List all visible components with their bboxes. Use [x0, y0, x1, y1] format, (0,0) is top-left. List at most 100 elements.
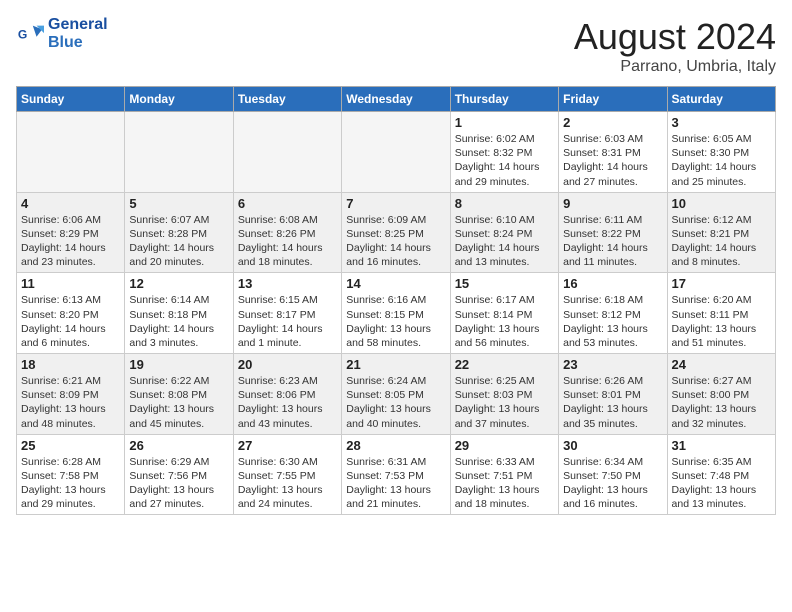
- col-monday: Monday: [125, 87, 233, 112]
- col-tuesday: Tuesday: [233, 87, 341, 112]
- table-row: [125, 112, 233, 193]
- day-info: Sunrise: 6:23 AM Sunset: 8:06 PM Dayligh…: [238, 374, 337, 431]
- day-number: 2: [563, 115, 662, 130]
- day-number: 31: [672, 438, 771, 453]
- table-row: 7Sunrise: 6:09 AM Sunset: 8:25 PM Daylig…: [342, 192, 450, 273]
- table-row: 6 Sunrise: 6:08 AM Sunset: 8:26 PM Daylig…: [233, 192, 341, 273]
- table-row: 24 Sunrise: 6:27 AM Sunset: 8:00 PM Dayli…: [667, 354, 775, 435]
- day-info: Sunrise: 6:15 AM Sunset: 8:17 PM Dayligh…: [238, 293, 337, 350]
- day-number: 15: [455, 276, 554, 291]
- day-info: Sunrise: 6:18 AM Sunset: 8:12 PM Dayligh…: [563, 293, 662, 350]
- table-row: 2 Sunrise: 6:03 AM Sunset: 8:31 PM Daylig…: [559, 112, 667, 193]
- table-row: 26Sunrise: 6:29 AM Sunset: 7:56 PM Dayli…: [125, 434, 233, 515]
- location-subtitle: Parrano, Umbria, Italy: [574, 58, 776, 76]
- calendar-week-row: 11 Sunrise: 6:13 AM Sunset: 8:20 PM Dayli…: [17, 273, 776, 354]
- day-info: Sunrise: 6:07 AM Sunset: 8:28 PM Dayligh…: [129, 213, 228, 270]
- day-info: Sunrise: 6:06 AM Sunset: 8:29 PM Dayligh…: [21, 213, 120, 270]
- col-thursday: Thursday: [450, 87, 558, 112]
- day-info: Sunrise: 6:28 AM Sunset: 7:58 PM Dayligh…: [21, 455, 120, 512]
- svg-text:G: G: [18, 28, 27, 42]
- day-info: Sunrise: 6:26 AM Sunset: 8:01 PM Dayligh…: [563, 374, 662, 431]
- logo-icon: G: [16, 20, 44, 48]
- day-number: 30: [563, 438, 662, 453]
- table-row: 8 Sunrise: 6:10 AM Sunset: 8:24 PM Daylig…: [450, 192, 558, 273]
- page-header: G General Blue August 2024 Parrano, Umbr…: [16, 16, 776, 76]
- day-number: 16: [563, 276, 662, 291]
- day-info: Sunrise: 6:08 AM Sunset: 8:26 PM Dayligh…: [238, 213, 337, 270]
- calendar-table: Sunday Monday Tuesday Wednesday Thursday…: [16, 86, 776, 515]
- table-row: 14 Sunrise: 6:16 AM Sunset: 8:15 PM Dayli…: [342, 273, 450, 354]
- day-info: Sunrise: 6:29 AM Sunset: 7:56 PM Dayligh…: [129, 455, 228, 512]
- col-wednesday: Wednesday: [342, 87, 450, 112]
- day-number: 11: [21, 276, 120, 291]
- calendar-week-row: 25 Sunrise: 6:28 AM Sunset: 7:58 PM Dayli…: [17, 434, 776, 515]
- day-number: 23: [563, 357, 662, 372]
- table-row: 28Sunrise: 6:31 AM Sunset: 7:53 PM Dayli…: [342, 434, 450, 515]
- day-info: Sunrise: 6:13 AM Sunset: 8:20 PM Dayligh…: [21, 293, 120, 350]
- day-number: 8: [455, 196, 554, 211]
- calendar-header-row: Sunday Monday Tuesday Wednesday Thursday…: [17, 87, 776, 112]
- day-number: 22: [455, 357, 554, 372]
- day-info: Sunrise: 6:05 AM Sunset: 8:30 PM Dayligh…: [672, 132, 771, 189]
- day-info: Sunrise: 6:20 AM Sunset: 8:11 PM Dayligh…: [672, 293, 771, 350]
- day-info: Sunrise: 6:35 AM Sunset: 7:48 PM Dayligh…: [672, 455, 771, 512]
- day-number: 4: [21, 196, 120, 211]
- day-info: Sunrise: 6:16 AM Sunset: 8:15 PM Dayligh…: [346, 293, 445, 350]
- day-number: 24: [672, 357, 771, 372]
- col-sunday: Sunday: [17, 87, 125, 112]
- day-info: Sunrise: 6:25 AM Sunset: 8:03 PM Dayligh…: [455, 374, 554, 431]
- table-row: 29 Sunrise: 6:33 AM Sunset: 7:51 PM Dayli…: [450, 434, 558, 515]
- day-info: Sunrise: 6:12 AM Sunset: 8:21 PM Dayligh…: [672, 213, 771, 270]
- table-row: 15 Sunrise: 6:17 AM Sunset: 8:14 PM Dayli…: [450, 273, 558, 354]
- day-info: Sunrise: 6:22 AM Sunset: 8:08 PM Dayligh…: [129, 374, 228, 431]
- day-info: Sunrise: 6:27 AM Sunset: 8:00 PM Dayligh…: [672, 374, 771, 431]
- table-row: 21 Sunrise: 6:24 AM Sunset: 8:05 PM Dayli…: [342, 354, 450, 435]
- logo-text: General Blue: [48, 16, 108, 52]
- calendar-week-row: 1Sunrise: 6:02 AM Sunset: 8:32 PM Daylig…: [17, 112, 776, 193]
- day-info: Sunrise: 6:10 AM Sunset: 8:24 PM Dayligh…: [455, 213, 554, 270]
- day-number: 12: [129, 276, 228, 291]
- day-number: 27: [238, 438, 337, 453]
- calendar-week-row: 18Sunrise: 6:21 AM Sunset: 8:09 PM Dayli…: [17, 354, 776, 435]
- day-number: 5: [129, 196, 228, 211]
- table-row: 23 Sunrise: 6:26 AM Sunset: 8:01 PM Dayli…: [559, 354, 667, 435]
- table-row: 12 Sunrise: 6:14 AM Sunset: 8:18 PM Dayli…: [125, 273, 233, 354]
- table-row: [17, 112, 125, 193]
- col-friday: Friday: [559, 87, 667, 112]
- day-number: 19: [129, 357, 228, 372]
- day-info: Sunrise: 6:33 AM Sunset: 7:51 PM Dayligh…: [455, 455, 554, 512]
- day-number: 18: [21, 357, 120, 372]
- day-number: 28: [346, 438, 445, 453]
- day-info: Sunrise: 6:17 AM Sunset: 8:14 PM Dayligh…: [455, 293, 554, 350]
- title-area: August 2024 Parrano, Umbria, Italy: [574, 16, 776, 76]
- calendar-week-row: 4 Sunrise: 6:06 AM Sunset: 8:29 PM Daylig…: [17, 192, 776, 273]
- day-info: Sunrise: 6:24 AM Sunset: 8:05 PM Dayligh…: [346, 374, 445, 431]
- table-row: 27 Sunrise: 6:30 AM Sunset: 7:55 PM Dayli…: [233, 434, 341, 515]
- day-info: Sunrise: 6:34 AM Sunset: 7:50 PM Dayligh…: [563, 455, 662, 512]
- day-number: 6: [238, 196, 337, 211]
- day-info: Sunrise: 6:30 AM Sunset: 7:55 PM Dayligh…: [238, 455, 337, 512]
- day-number: 17: [672, 276, 771, 291]
- day-number: 21: [346, 357, 445, 372]
- col-saturday: Saturday: [667, 87, 775, 112]
- day-number: 1: [455, 115, 554, 130]
- day-number: 14: [346, 276, 445, 291]
- table-row: 25 Sunrise: 6:28 AM Sunset: 7:58 PM Dayli…: [17, 434, 125, 515]
- table-row: [342, 112, 450, 193]
- day-info: Sunrise: 6:03 AM Sunset: 8:31 PM Dayligh…: [563, 132, 662, 189]
- day-info: Sunrise: 6:09 AM Sunset: 8:25 PM Dayligh…: [346, 213, 445, 270]
- day-number: 3: [672, 115, 771, 130]
- table-row: 16 Sunrise: 6:18 AM Sunset: 8:12 PM Dayli…: [559, 273, 667, 354]
- table-row: 3 Sunrise: 6:05 AM Sunset: 8:30 PM Daylig…: [667, 112, 775, 193]
- day-info: Sunrise: 6:14 AM Sunset: 8:18 PM Dayligh…: [129, 293, 228, 350]
- day-number: 29: [455, 438, 554, 453]
- day-number: 25: [21, 438, 120, 453]
- table-row: 19 Sunrise: 6:22 AM Sunset: 8:08 PM Dayli…: [125, 354, 233, 435]
- table-row: 10 Sunrise: 6:12 AM Sunset: 8:21 PM Dayli…: [667, 192, 775, 273]
- logo: G General Blue: [16, 16, 108, 52]
- month-year-title: August 2024: [574, 16, 776, 58]
- table-row: 30 Sunrise: 6:34 AM Sunset: 7:50 PM Dayli…: [559, 434, 667, 515]
- day-number: 10: [672, 196, 771, 211]
- day-info: Sunrise: 6:11 AM Sunset: 8:22 PM Dayligh…: [563, 213, 662, 270]
- table-row: 13Sunrise: 6:15 AM Sunset: 8:17 PM Dayli…: [233, 273, 341, 354]
